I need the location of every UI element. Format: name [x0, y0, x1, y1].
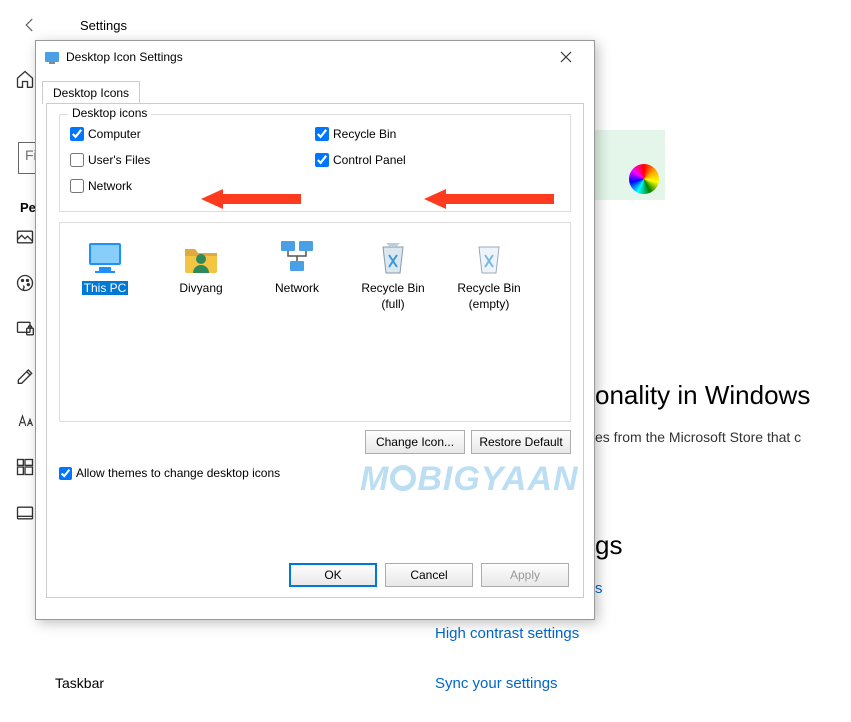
allow-themes-label: Allow themes to change desktop icons [76, 466, 280, 480]
start-icon[interactable] [13, 455, 37, 479]
lockscreen-icon[interactable] [13, 317, 37, 341]
icon-item-recycle-full[interactable]: Recycle Bin (full) [354, 235, 432, 311]
ok-button[interactable]: OK [289, 563, 377, 587]
icon-item-label: Recycle Bin [457, 281, 520, 295]
dialog-icon [44, 49, 60, 65]
icon-item-network[interactable]: Network [258, 235, 336, 295]
allow-themes-checkbox-input[interactable] [59, 467, 72, 480]
dialog-footer: OK Cancel Apply [289, 563, 569, 587]
dialog-titlebar[interactable]: Desktop Icon Settings [36, 41, 594, 73]
settings-window: Settings Perso Taskbar onality in Window… [0, 0, 851, 722]
background-icon[interactable] [13, 225, 37, 249]
user-folder-icon [179, 235, 223, 279]
close-button[interactable] [546, 43, 586, 71]
main-subtext-fragment: es from the Microsoft Store that c [595, 429, 851, 445]
annotation-arrow-control-panel [424, 187, 554, 211]
colors-icon[interactable] [13, 271, 37, 295]
checkbox-computer[interactable]: Computer [70, 127, 315, 141]
checkbox-control-panel-label: Control Panel [333, 153, 406, 167]
checkbox-recycle-bin-label: Recycle Bin [333, 127, 396, 141]
recycle-bin-full-icon [371, 235, 415, 279]
icon-item-sublabel: (full) [381, 297, 404, 311]
groupbox-title: Desktop icons [68, 106, 151, 120]
recycle-bin-empty-icon [467, 235, 511, 279]
fonts-icon[interactable] [13, 409, 37, 433]
settings-title: Settings [80, 18, 127, 33]
icon-item-user-folder[interactable]: Divyang [162, 235, 240, 295]
tab-panel: Desktop icons Computer Recycle Bin User'… [46, 103, 584, 598]
icon-item-sublabel: (empty) [469, 297, 510, 311]
icon-item-label: Divyang [179, 281, 222, 295]
checkbox-network-label: Network [88, 179, 132, 193]
back-icon[interactable] [10, 5, 50, 45]
theme-thumbnail[interactable] [595, 130, 665, 200]
checkbox-network-input[interactable] [70, 179, 84, 193]
checkbox-computer-input[interactable] [70, 127, 84, 141]
tab-desktop-icons[interactable]: Desktop Icons [42, 81, 140, 104]
network-icon [275, 235, 319, 279]
checkbox-computer-label: Computer [88, 127, 141, 141]
icon-preview-list[interactable]: This PC Divyang Network [59, 222, 571, 422]
sync-settings-link[interactable]: Sync your settings [435, 675, 558, 692]
taskbar-icon[interactable] [13, 501, 37, 525]
checkbox-recycle-bin[interactable]: Recycle Bin [315, 127, 560, 141]
icon-item-label: Network [275, 281, 319, 295]
change-icon-button[interactable]: Change Icon... [365, 430, 465, 454]
this-pc-icon [83, 235, 127, 279]
main-heading-fragment: onality in Windows [595, 380, 851, 411]
tab-strip: Desktop Icons [36, 73, 594, 103]
icon-item-this-pc[interactable]: This PC [66, 235, 144, 295]
checkbox-users-files-label: User's Files [88, 153, 150, 167]
annotation-arrow-users-files [201, 187, 301, 211]
checkbox-control-panel-input[interactable] [315, 153, 329, 167]
related-link-fragment[interactable]: s [595, 580, 603, 597]
checkbox-control-panel[interactable]: Control Panel [315, 153, 560, 167]
icon-item-recycle-empty[interactable]: Recycle Bin (empty) [450, 235, 528, 311]
checkbox-users-files-input[interactable] [70, 153, 84, 167]
icon-item-label: This PC [82, 281, 129, 295]
dialog-title: Desktop Icon Settings [66, 50, 546, 64]
apply-button[interactable]: Apply [481, 563, 569, 587]
desktop-icon-settings-dialog: Desktop Icon Settings Desktop Icons Desk… [35, 40, 595, 620]
sidebar-item-taskbar-label[interactable]: Taskbar [55, 675, 104, 691]
restore-default-button[interactable]: Restore Default [471, 430, 571, 454]
allow-themes-checkbox[interactable]: Allow themes to change desktop icons [59, 466, 571, 480]
cancel-button[interactable]: Cancel [385, 563, 473, 587]
checkbox-recycle-bin-input[interactable] [315, 127, 329, 141]
main-content: onality in Windows es from the Microsoft… [595, 380, 851, 475]
heading-fragment-gs: gs [595, 530, 622, 561]
themes-icon[interactable] [13, 363, 37, 387]
color-wheel-icon [629, 164, 659, 194]
high-contrast-link[interactable]: High contrast settings [435, 625, 579, 642]
checkbox-users-files[interactable]: User's Files [70, 153, 315, 167]
icon-item-label: Recycle Bin [361, 281, 424, 295]
home-icon[interactable] [13, 67, 37, 91]
